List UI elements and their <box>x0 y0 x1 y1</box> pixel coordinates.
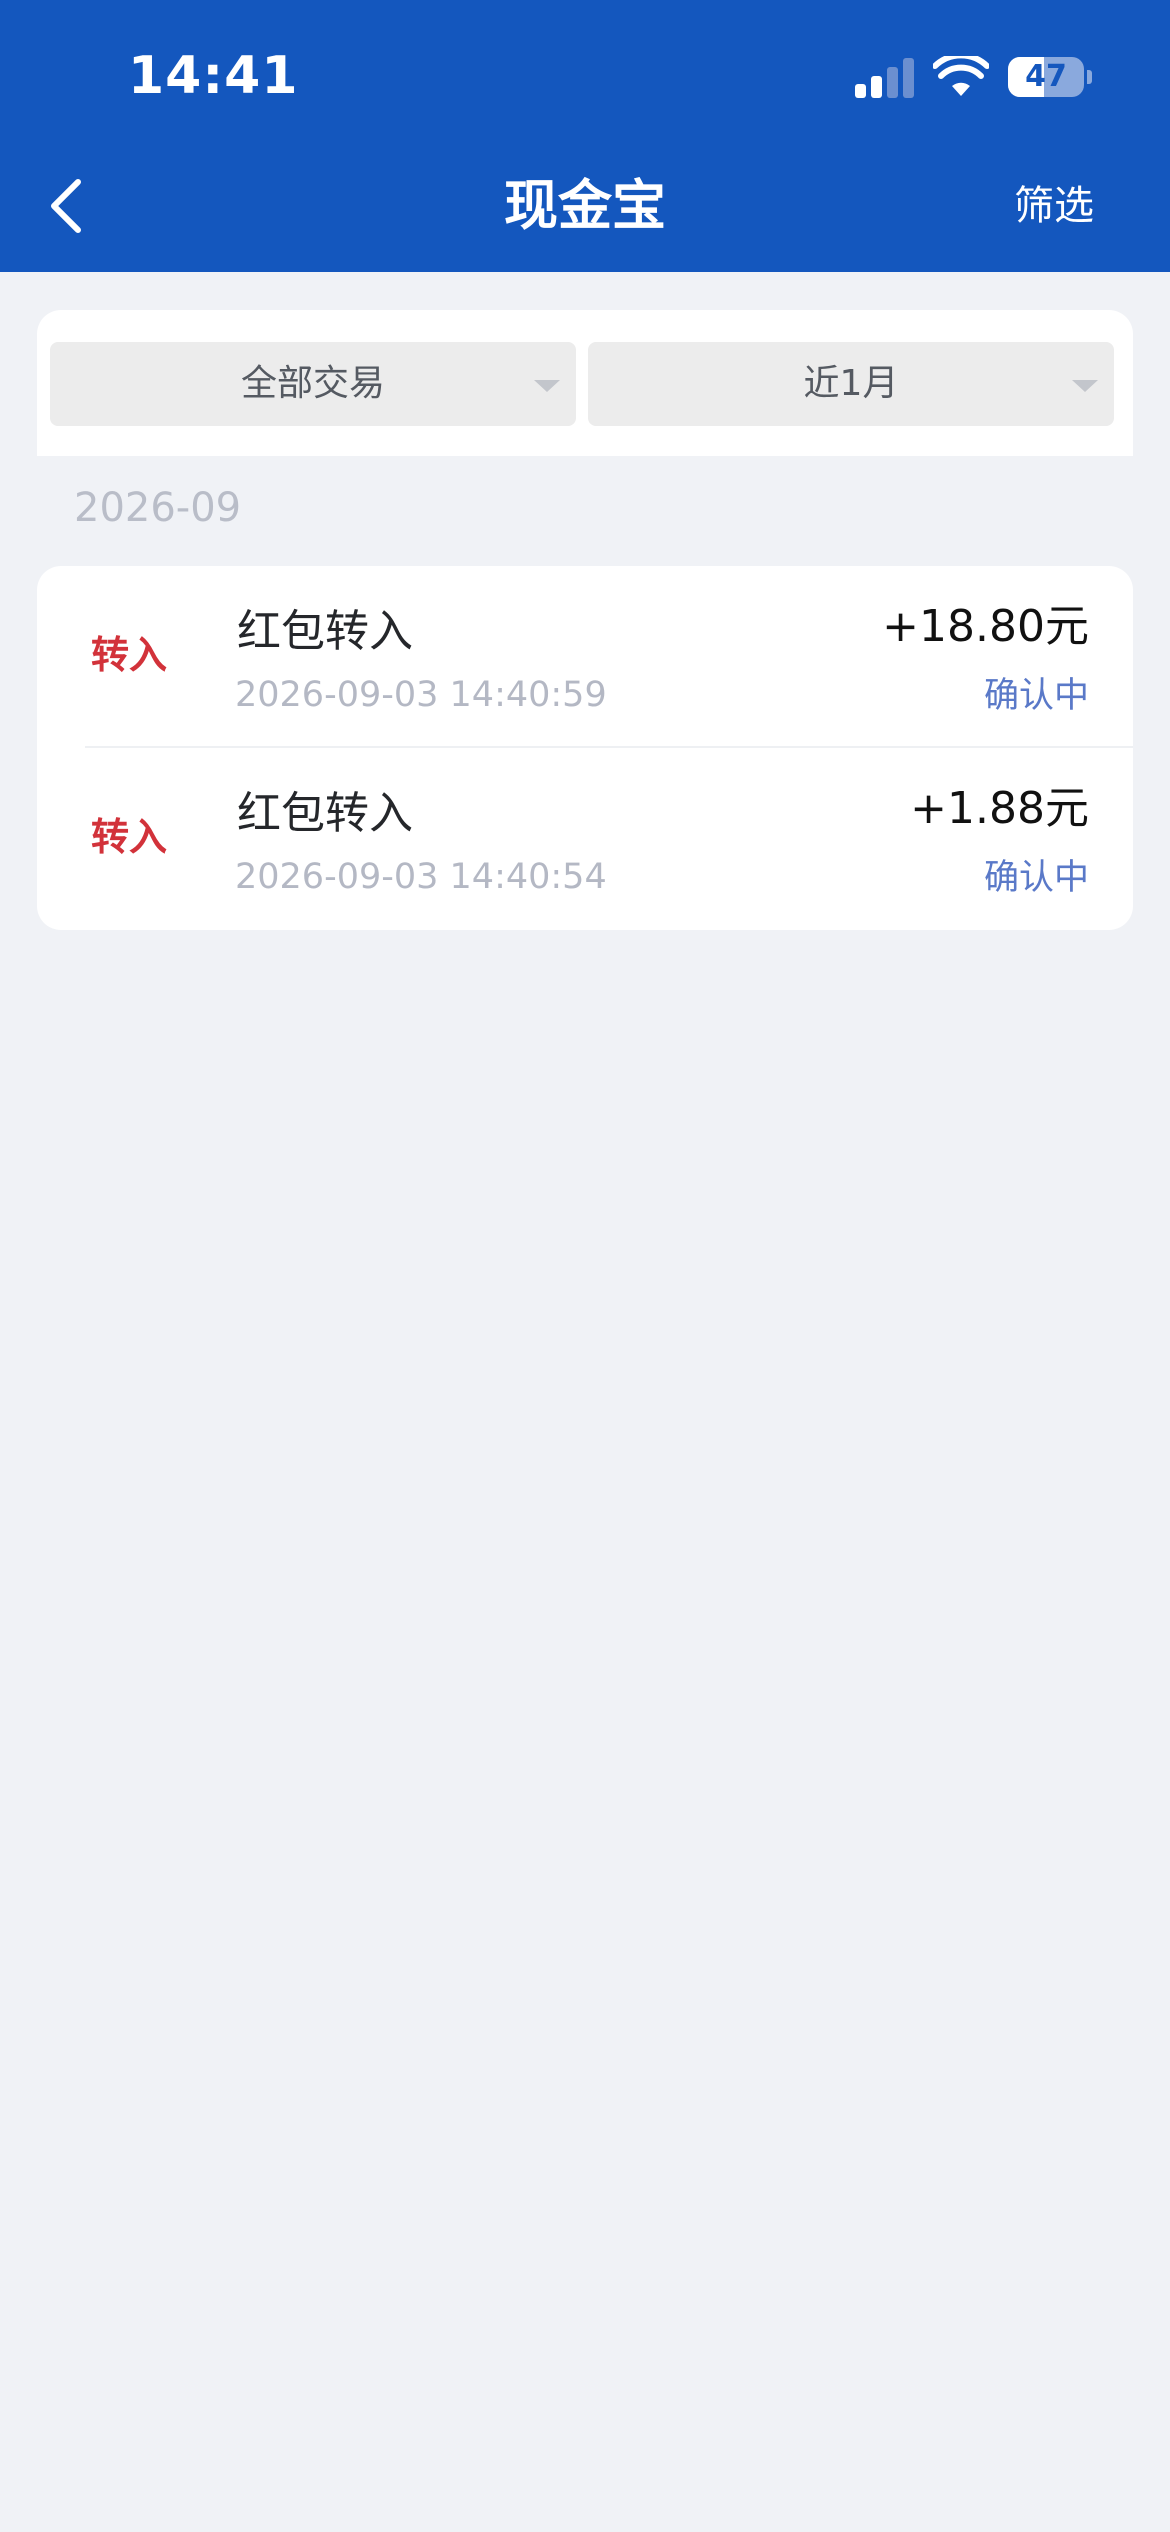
status-time: 14:41 <box>128 46 299 106</box>
period-label: 近1月 <box>803 363 899 404</box>
filter-button[interactable]: 筛选 <box>1014 180 1094 232</box>
battery-level: 47 <box>1025 59 1067 94</box>
transaction-time: 2026-09-03 14:40:59 <box>235 675 607 715</box>
transaction-type-label: 全部交易 <box>240 363 385 404</box>
filter-bar: 全部交易 近1月 <box>37 310 1133 456</box>
transaction-amount: +1.88元 <box>910 783 1089 834</box>
period-dropdown[interactable]: 近1月 <box>588 342 1114 426</box>
transaction-status: 确认中 <box>983 676 1089 716</box>
dropdown-arrow-icon <box>534 380 560 392</box>
app-header: 14:41 47 现金宝 筛选 <box>0 0 1170 272</box>
month-header: 2026-09 <box>74 485 242 531</box>
transaction-amount: +18.80元 <box>882 601 1089 652</box>
transaction-type: 转入 <box>91 815 168 859</box>
battery-icon: 47 <box>1008 57 1092 97</box>
dropdown-arrow-icon <box>1072 380 1098 392</box>
transaction-time: 2026-09-03 14:40:54 <box>235 857 607 897</box>
transaction-row[interactable]: 转入 红包转入 2026-09-03 14:40:54 +1.88元 确认中 <box>37 748 1133 930</box>
transaction-status: 确认中 <box>983 858 1089 898</box>
transaction-type: 转入 <box>91 633 168 677</box>
transaction-list: 转入 红包转入 2026-09-03 14:40:59 +18.80元 确认中 … <box>37 566 1133 930</box>
wifi-icon <box>933 56 989 96</box>
transaction-title: 红包转入 <box>237 788 413 839</box>
cellular-signal-icon <box>855 58 915 98</box>
transaction-row[interactable]: 转入 红包转入 2026-09-03 14:40:59 +18.80元 确认中 <box>37 566 1133 748</box>
page-title: 现金宝 <box>504 174 666 237</box>
transaction-type-dropdown[interactable]: 全部交易 <box>50 342 576 426</box>
transaction-title: 红包转入 <box>237 606 413 657</box>
